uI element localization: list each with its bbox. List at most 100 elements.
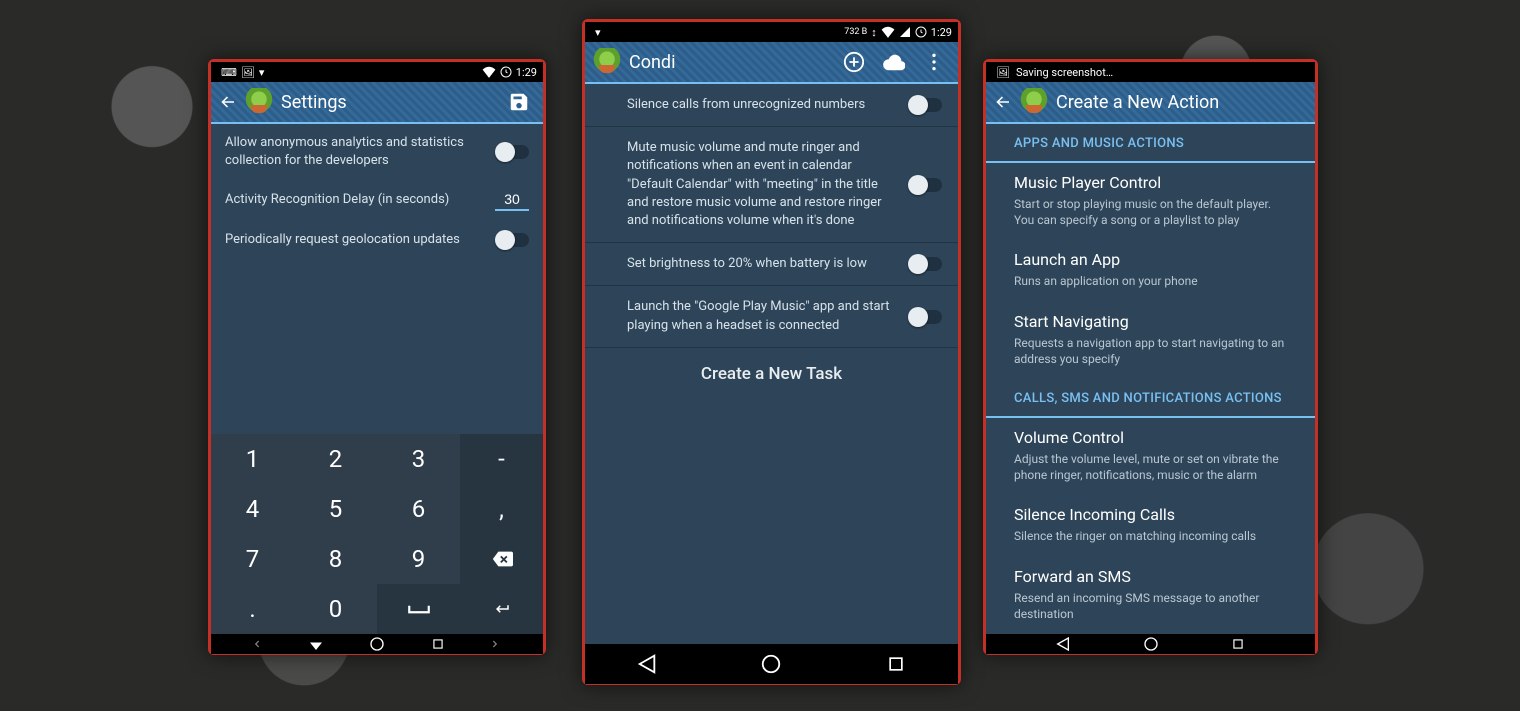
key-enter[interactable]	[460, 584, 543, 634]
appbar-title: Create a New Action	[1056, 92, 1307, 113]
create-new-task[interactable]: Create a New Task	[585, 348, 958, 400]
toggle[interactable]	[908, 98, 942, 112]
nav-home[interactable]	[1141, 634, 1161, 654]
key-2[interactable]: 2	[294, 434, 377, 484]
task-item[interactable]: Silence calls from unrecognized numbers	[585, 84, 958, 126]
setting-delay[interactable]: Activity Recognition Delay (in seconds)	[211, 179, 543, 221]
toggle[interactable]	[495, 233, 529, 247]
key-9[interactable]: 9	[377, 534, 460, 584]
action-title: Volume Control	[1014, 428, 1287, 447]
back-icon[interactable]	[219, 93, 237, 111]
cloud-button[interactable]	[878, 46, 910, 78]
action-desc: Resend an incoming SMS message to anothe…	[1014, 590, 1287, 622]
action-desc: Start or stop playing music on the defau…	[1014, 196, 1287, 228]
action-desc: Requests a navigation app to start navig…	[1014, 335, 1287, 367]
status-message: Saving screenshot…	[1016, 66, 1113, 79]
key-1[interactable]: 1	[211, 434, 294, 484]
app-icon	[1020, 88, 1048, 116]
phone-right: 🖼 Saving screenshot… Create a New Action…	[983, 59, 1318, 655]
wifi-icon	[881, 26, 895, 38]
toggle[interactable]	[908, 257, 942, 271]
section-header-calls: CALLS, SMS AND NOTIFICATIONS ACTIONS	[986, 379, 1315, 418]
action-title: Silence Incoming Calls	[1014, 505, 1287, 524]
clock-icon	[915, 26, 927, 38]
setting-analytics[interactable]: Allow anonymous analytics and statistics…	[211, 124, 543, 179]
nav-recent[interactable]	[1228, 634, 1248, 654]
key-dash[interactable]: -	[460, 434, 543, 484]
action-desc: Runs an application on your phone	[1014, 273, 1287, 289]
nav-chevron-left-icon	[252, 639, 264, 649]
status-time: 1:29	[516, 66, 537, 79]
action-launch-app[interactable]: Launch an AppRuns an application on your…	[986, 240, 1315, 301]
app-icon	[245, 88, 273, 116]
phone-left: ⌨ 🖼 ▾ 1:29 Settings Allow anonymous anal…	[208, 59, 546, 655]
clock-icon	[500, 66, 512, 78]
key-space[interactable]	[377, 584, 460, 634]
numeric-keypad: 1 2 3 - 4 5 6 , 7 8 9 . 0	[211, 434, 543, 634]
action-desc: Adjust the volume level, mute or set on …	[1014, 451, 1287, 483]
status-time: 1:29	[931, 26, 952, 39]
back-icon[interactable]	[994, 93, 1012, 111]
appbar: Condi	[585, 42, 958, 84]
nav-back[interactable]	[1053, 634, 1073, 654]
overflow-button[interactable]	[918, 46, 950, 78]
image-icon: 🖼	[241, 66, 255, 79]
statusbar: ▾ 732 B ↕ 1:29	[585, 22, 958, 42]
setting-geolocation[interactable]: Periodically request geolocation updates	[211, 221, 543, 259]
action-forward-sms[interactable]: Forward an SMS Resend an incoming SMS mes…	[986, 557, 1315, 634]
nav-hide-keyboard[interactable]	[306, 634, 326, 654]
nav-home[interactable]	[367, 634, 387, 654]
nav-back[interactable]	[632, 649, 662, 679]
key-5[interactable]: 5	[294, 484, 377, 534]
app-icon	[593, 48, 621, 76]
toggle[interactable]	[908, 310, 942, 324]
delay-input[interactable]	[495, 189, 529, 211]
statusbar: ⌨ 🖼 ▾ 1:29	[211, 62, 543, 82]
settings-content: Allow anonymous analytics and statistics…	[211, 124, 543, 434]
key-8[interactable]: 8	[294, 534, 377, 584]
toggle[interactable]	[908, 178, 942, 192]
task-item[interactable]: Mute music volume and mute ringer and no…	[585, 127, 958, 242]
nav-home[interactable]	[756, 649, 786, 679]
key-0[interactable]: 0	[294, 584, 377, 634]
task-text: Mute music volume and mute ringer and no…	[627, 139, 898, 230]
action-title: Music Player Control	[1014, 173, 1287, 192]
key-4[interactable]: 4	[211, 484, 294, 534]
task-item[interactable]: Launch the "Google Play Music" app and s…	[585, 286, 958, 346]
toggle[interactable]	[495, 145, 529, 159]
task-text: Silence calls from unrecognized numbers	[627, 96, 898, 114]
action-list: APPS AND MUSIC ACTIONS Music Player Cont…	[986, 124, 1315, 634]
keyboard-icon: ⌨	[221, 66, 237, 79]
section-header-apps: APPS AND MUSIC ACTIONS	[986, 124, 1315, 163]
action-title: Forward an SMS	[1014, 567, 1287, 586]
task-item[interactable]: Set brightness to 20% when battery is lo…	[585, 243, 958, 285]
action-silence-calls[interactable]: Silence Incoming Calls Silence the ringer…	[986, 495, 1315, 556]
nav-chevron-right-icon	[490, 639, 502, 649]
setting-label: Activity Recognition Delay (in seconds)	[225, 191, 485, 209]
net-arrows-icon: ↕	[871, 26, 877, 39]
key-backspace[interactable]	[460, 534, 543, 584]
key-7[interactable]: 7	[211, 534, 294, 584]
appbar-title: Condi	[629, 52, 830, 73]
key-3[interactable]: 3	[377, 434, 460, 484]
task-text: Set brightness to 20% when battery is lo…	[627, 255, 898, 273]
key-6[interactable]: 6	[377, 484, 460, 534]
action-music-player[interactable]: Music Player Control Start or stop playin…	[986, 163, 1315, 240]
navbar	[585, 644, 958, 684]
action-volume-control[interactable]: Volume Control Adjust the volume level, m…	[986, 418, 1315, 495]
nav-recent[interactable]	[428, 634, 448, 654]
task-text: Launch the "Google Play Music" app and s…	[627, 298, 898, 334]
action-start-navigating[interactable]: Start NavigatingRequests a navigation ap…	[986, 302, 1315, 379]
setting-label: Allow anonymous analytics and statistics…	[225, 134, 485, 169]
navbar	[211, 634, 543, 654]
appbar: Create a New Action	[986, 82, 1315, 124]
action-desc: Silence the ringer on matching incoming …	[1014, 528, 1287, 544]
add-button[interactable]	[838, 46, 870, 78]
statusbar: 🖼 Saving screenshot…	[986, 62, 1315, 82]
key-comma[interactable]: ,	[460, 484, 543, 534]
key-dot[interactable]: .	[211, 584, 294, 634]
save-button[interactable]	[503, 86, 535, 118]
phone-center: ▾ 732 B ↕ 1:29 Condi Silence calls from …	[582, 19, 961, 685]
net-label: 732 B	[844, 27, 867, 37]
nav-recent[interactable]	[881, 649, 911, 679]
